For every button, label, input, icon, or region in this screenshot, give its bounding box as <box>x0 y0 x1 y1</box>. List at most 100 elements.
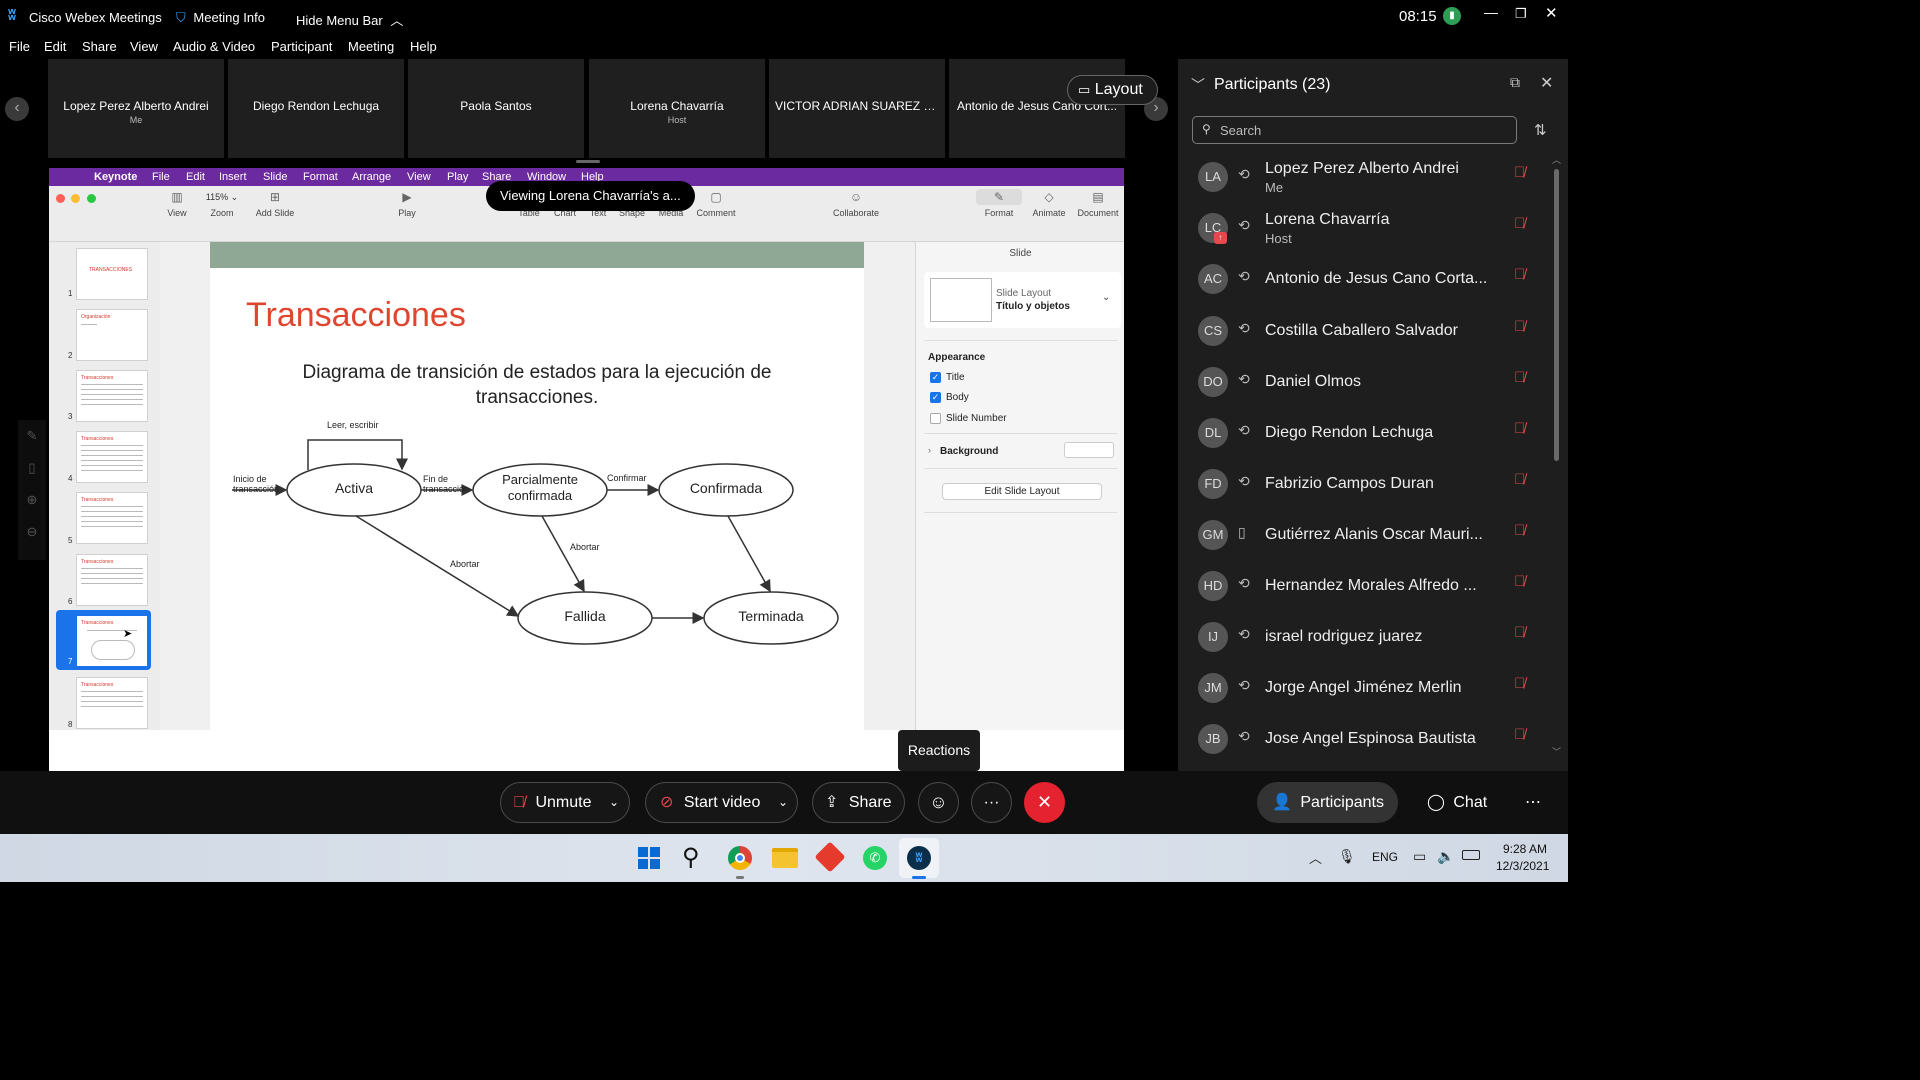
menu-edit[interactable]: Edit <box>44 39 66 54</box>
close-window-icon[interactable]: ✕ <box>1545 4 1558 22</box>
muted-mic-icon[interactable]: 🎙̸ <box>1514 675 1525 692</box>
hide-menu-bar-button[interactable]: Hide Menu Bar ︿ <box>296 10 403 29</box>
participant-row[interactable]: JM ⟲ Jorge Angel Jiménez Merlin 🎙̸ <box>1178 663 1568 714</box>
muted-mic-icon[interactable]: 🎙̸ <box>1514 369 1525 386</box>
clock: 08:15 <box>1399 8 1437 25</box>
layout-button[interactable]: ▭ Layout <box>1067 75 1158 105</box>
participant-row[interactable]: LA ⟲ Lopez Perez Alberto Andrei Me 🎙̸ <box>1178 152 1568 203</box>
scrollbar[interactable] <box>1554 169 1559 461</box>
minimize-icon[interactable]: — <box>1484 4 1498 20</box>
participant-tile[interactable]: Lorena Chavarría Host <box>589 59 765 158</box>
participant-row[interactable]: LC ↑ ⟲ Lorena Chavarría Host 🎙̸ <box>1178 203 1568 254</box>
participant-row[interactable]: FD ⟲ Fabrizio Campos Duran 🎙̸ <box>1178 459 1568 510</box>
end-call-button[interactable]: ✕ <box>1024 782 1065 823</box>
participant-tile[interactable]: Diego Rendon Lechuga <box>228 59 404 158</box>
taskbar-date[interactable]: 12/3/2021 <box>1496 859 1549 873</box>
search-icon[interactable]: ⚲ <box>682 843 700 872</box>
chrome-icon[interactable] <box>728 846 752 870</box>
more-options-button[interactable]: ··· <box>971 782 1012 823</box>
input-language[interactable]: ENG <box>1372 850 1398 864</box>
participant-row[interactable]: HD ⟲ Hernandez Morales Alfredo ... 🎙̸ <box>1178 561 1568 612</box>
prev-tiles-button[interactable]: ‹ <box>5 97 29 121</box>
more-panels-button[interactable]: ⋯ <box>1514 782 1552 823</box>
menu-audio-video[interactable]: Audio & Video <box>173 39 255 54</box>
meeting-info-button[interactable]: ⛉ Meeting Info <box>176 10 265 26</box>
taskbar-time[interactable]: 9:28 AM <box>1503 842 1547 856</box>
muted-mic-icon[interactable]: 🎙̸ <box>1514 420 1525 437</box>
menu-view[interactable]: View <box>130 39 158 54</box>
close-panel-icon[interactable]: ✕ <box>1540 73 1553 93</box>
zoom-in-icon[interactable]: ⊕ <box>18 492 46 508</box>
muted-mic-icon[interactable]: 🎙̸ <box>1514 266 1525 283</box>
participant-row[interactable]: DO ⟲ Daniel Olmos 🎙̸ <box>1178 357 1568 408</box>
participant-tile[interactable]: VICTOR ADRIAN SUAREZ O... <box>769 59 945 158</box>
muted-mic-icon[interactable]: 🎙̸ <box>1514 318 1525 335</box>
file-explorer-icon[interactable] <box>772 848 798 868</box>
play-label: Play <box>398 208 416 218</box>
tray-chevron-icon[interactable]: ︿ <box>1309 848 1322 867</box>
participant-tile[interactable]: Lopez Perez Alberto Andrei Me <box>48 59 224 158</box>
whatsapp-icon[interactable]: ✆ <box>863 846 887 870</box>
volume-icon[interactable]: 🔈 <box>1437 848 1454 865</box>
participant-name: Hernandez Morales Alfredo ... <box>1265 577 1477 594</box>
muted-mic-icon[interactable]: 🎙̸ <box>1514 624 1525 641</box>
webex-taskbar-icon[interactable]: ʬ <box>907 846 931 870</box>
unmute-button[interactable]: 🎙̸ Unmute ⌄ <box>500 782 630 823</box>
network-signal-icon[interactable]: ▮ <box>1443 7 1461 25</box>
menu-share[interactable]: Share <box>82 39 117 54</box>
participant-row[interactable]: JB ⟲ Jose Angel Espinosa Bautista 🎙̸ <box>1178 714 1568 765</box>
participant-row[interactable]: GM ▯ Gutiérrez Alanis Oscar Mauri... 🎙̸ <box>1178 510 1568 561</box>
more-icon: ··· <box>983 794 1000 811</box>
participant-row[interactable]: AC ⟲ Antonio de Jesus Cano Corta... 🎙̸ <box>1178 254 1568 305</box>
hide-menu-label: Hide Menu Bar <box>296 13 383 28</box>
participants-button[interactable]: 👤 Participants <box>1257 782 1398 823</box>
reactions-button[interactable]: ☺ <box>918 782 959 823</box>
chrome-running-indicator <box>736 876 744 879</box>
sort-icon[interactable]: ⇅ <box>1534 121 1547 139</box>
sync-icon: ⟲ <box>1238 268 1250 284</box>
menu-participant[interactable]: Participant <box>271 39 332 54</box>
start-video-button[interactable]: ⊘ Start video ⌄ <box>645 782 798 823</box>
scroll-up-icon[interactable]: ︿ <box>1552 153 1561 166</box>
participant-tile[interactable]: Paola Santos <box>408 59 584 158</box>
slide-number: 4 <box>68 474 73 483</box>
muted-mic-icon[interactable]: 🎙̸ <box>1514 215 1525 232</box>
tray-mic-icon[interactable]: 🎙 <box>1338 848 1356 865</box>
menu-file[interactable]: File <box>9 39 30 54</box>
start-video-label: Start video <box>683 794 761 811</box>
collapse-chevron-icon[interactable]: ﹀ <box>1191 75 1205 95</box>
muted-mic-icon[interactable]: 🎙̸ <box>1514 573 1525 590</box>
battery-icon[interactable] <box>1462 850 1480 860</box>
pen-icon[interactable]: ✎ <box>18 428 46 444</box>
format-panel: Slide Slide Layout Título y objetos ⌄ Ap… <box>915 242 1124 730</box>
muted-mic-icon[interactable]: 🎙̸ <box>1514 726 1525 743</box>
restore-icon[interactable]: ❐ <box>1515 6 1527 22</box>
popout-icon[interactable]: ⧉ <box>1510 74 1520 91</box>
menu-help[interactable]: Help <box>410 39 437 54</box>
eraser-icon[interactable]: ▯ <box>18 460 46 476</box>
display-icon[interactable]: ▭ <box>1413 848 1426 865</box>
chat-button[interactable]: ◯ Chat <box>1412 782 1502 823</box>
muted-mic-icon[interactable]: 🎙̸ <box>1514 164 1525 181</box>
keynote-menu-edit: Edit <box>186 171 205 183</box>
pdf-app-icon[interactable] <box>814 841 846 873</box>
share-button[interactable]: ⇪ Share <box>812 782 905 823</box>
zoom-out-icon[interactable]: ⊖ <box>18 524 46 540</box>
resize-handle[interactable] <box>576 160 600 163</box>
animate-icon: ◇ <box>1044 190 1054 204</box>
thumb-line <box>81 706 143 707</box>
participant-row[interactable]: CS ⟲ Costilla Caballero Salvador 🎙̸ <box>1178 306 1568 357</box>
format-label: Format <box>984 208 1014 218</box>
participant-row[interactable]: DL ⟲ Diego Rendon Lechuga 🎙̸ <box>1178 408 1568 459</box>
search-input[interactable]: Search <box>1220 123 1261 138</box>
label-confirmar: Confirmar <box>607 473 647 483</box>
participant-tile[interactable]: Antonio de Jesus Cano Cort... <box>949 59 1125 158</box>
scroll-down-icon[interactable]: ﹀ <box>1552 745 1561 758</box>
muted-mic-icon[interactable]: 🎙̸ <box>1514 522 1525 539</box>
menu-meeting[interactable]: Meeting <box>348 39 394 54</box>
sync-icon: ⟲ <box>1238 422 1250 438</box>
participant-row[interactable]: IJ ⟲ israel rodriguez juarez 🎙̸ <box>1178 612 1568 663</box>
windows-start-icon[interactable] <box>638 847 660 869</box>
search-box[interactable]: ⚲ Search <box>1192 116 1517 144</box>
muted-mic-icon[interactable]: 🎙̸ <box>1514 471 1525 488</box>
